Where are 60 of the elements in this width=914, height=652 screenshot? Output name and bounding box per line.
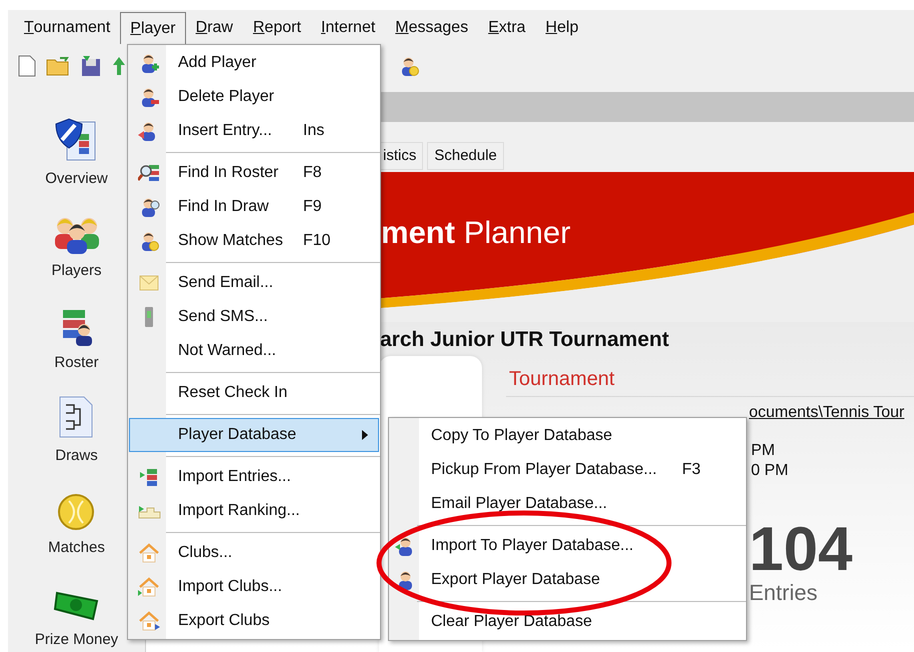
entries-count: 104 [749, 519, 854, 581]
upload-icon[interactable] [112, 55, 126, 77]
sidebar-item[interactable]: Overview [45, 110, 108, 190]
new-file-icon[interactable] [18, 55, 36, 77]
sidebar-item[interactable]: Players [51, 202, 102, 283]
menu-item[interactable]: Export Player Database [390, 563, 745, 597]
menubar-item[interactable]: Extra [478, 12, 536, 44]
ball-icon [57, 493, 96, 532]
menu-item[interactable]: Not Warned... [129, 334, 379, 368]
tab[interactable]: Schedule [427, 142, 504, 170]
menu-item[interactable]: Import Entries... [129, 460, 379, 494]
menubar-item[interactable]: Draw [186, 12, 243, 44]
time-text: PM [751, 441, 776, 461]
menu-item[interactable]: Find In Roster F8 [129, 156, 379, 190]
menu-item[interactable]: Player Database [129, 418, 379, 452]
tournament-title: arch Junior UTR Tournament [380, 327, 669, 352]
submenu-arrow-icon [362, 430, 368, 440]
menu-item[interactable]: Pickup From Player Database... F3 [390, 453, 745, 487]
envelope-icon [139, 275, 159, 291]
menu-item[interactable]: Import To Player Database... [390, 529, 745, 563]
menubar-item[interactable]: Report [242, 12, 312, 44]
save-icon[interactable] [80, 55, 102, 77]
menubar-item[interactable]: Help [536, 12, 588, 44]
menubar-item[interactable]: Messages [385, 12, 478, 44]
sidebar-item[interactable]: Matches [48, 479, 105, 560]
list-arrow-icon [139, 467, 159, 487]
sidebar-item[interactable]: Roster [54, 294, 99, 375]
menu-item[interactable]: Email Player Database... [390, 487, 745, 521]
menu-item[interactable]: Add Player [129, 46, 379, 80]
menu-item[interactable]: Show Matches F10 [129, 224, 379, 258]
menu-item[interactable]: Copy To Player Database [390, 419, 745, 453]
sidebar-item[interactable]: Draws [55, 386, 98, 468]
menu-item[interactable]: Export Clubs [129, 604, 379, 638]
bracket-document-icon [58, 394, 94, 439]
menu-item[interactable]: Reset Check In [129, 376, 379, 410]
menu-item[interactable]: Send SMS... [129, 300, 379, 334]
time-text: 0 PM [751, 461, 790, 481]
menubar-item[interactable]: Player [120, 12, 186, 44]
menu-item[interactable]: Import Ranking... [129, 494, 379, 528]
menubar-item[interactable]: Tournament [14, 12, 120, 44]
section-heading: Tournament [506, 364, 914, 397]
banner-title: ment Planner [381, 215, 571, 250]
house-icon [137, 542, 161, 564]
file-path-link[interactable]: ocuments\Tennis Tour [749, 401, 904, 425]
menu-item[interactable]: Send Email... [129, 266, 379, 300]
menu-item[interactable]: Clear Player Database [390, 605, 745, 639]
menu-item[interactable]: Clubs... [129, 536, 379, 570]
ranking-icon [137, 503, 161, 519]
entries-label: Entries [749, 581, 818, 605]
magnifier-icon [138, 163, 160, 183]
house-arrow-icon [137, 610, 161, 632]
menu-item[interactable]: Insert Entry... Ins [129, 114, 379, 148]
sidebar-item[interactable]: Prize Money [34, 572, 118, 652]
menu-item[interactable]: Find In Draw F9 [129, 190, 379, 224]
menubar-item[interactable]: Internet [311, 12, 386, 44]
folder-icon[interactable] [46, 56, 70, 76]
phone-icon [144, 306, 154, 328]
menu-item[interactable]: Import Clubs... [129, 570, 379, 604]
house-arrow-icon [137, 576, 161, 598]
menu-item[interactable]: Delete Player [129, 80, 379, 114]
